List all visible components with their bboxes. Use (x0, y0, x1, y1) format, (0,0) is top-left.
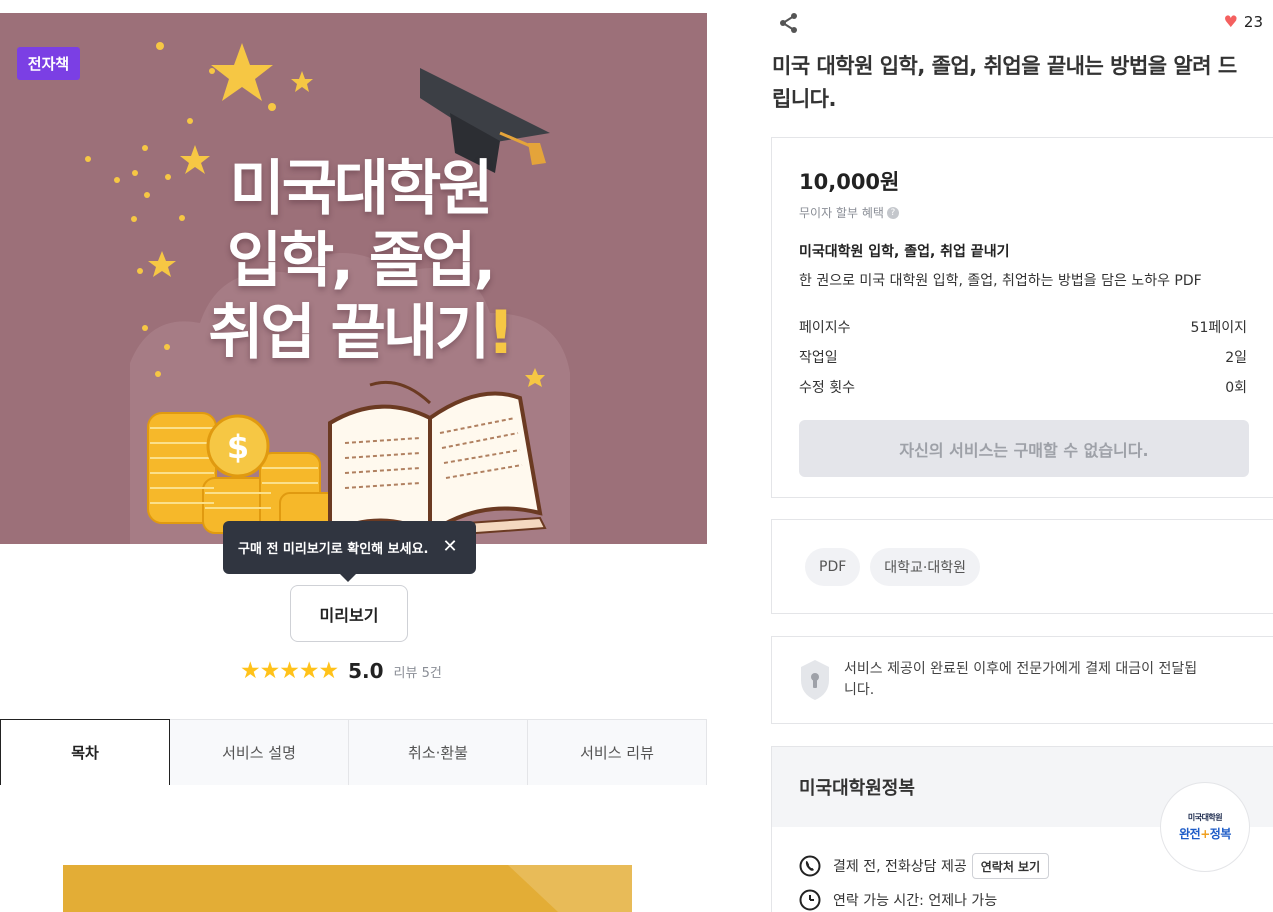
spec-value: 51페이지 (1190, 320, 1247, 336)
cover-title-line2: 입학, 졸업, (226, 226, 496, 296)
avatar[interactable]: 미국대학원 완전+정복 (1160, 782, 1250, 872)
avatar-text-a: 완전 (1179, 827, 1201, 841)
preview-tooltip: 구매 전 미리보기로 확인해 보세요. ✕ (223, 521, 476, 582)
detail-tabs: 목차 서비스 설명 취소·환불 서비스 리뷰 (0, 719, 707, 785)
spec-label: 페이지수 (799, 320, 851, 336)
ebook-badge: 전자책 (17, 47, 80, 80)
tab-cancel-refund[interactable]: 취소·환불 (349, 719, 528, 785)
preview-tooltip-text: 구매 전 미리보기로 확인해 보세요. (238, 542, 429, 557)
clock-icon (799, 889, 821, 911)
tag-pdf[interactable]: PDF (805, 547, 861, 586)
view-contact-button[interactable]: 연락처 보기 (971, 853, 1050, 879)
star-rating-icons: ★★★★★ (240, 658, 339, 684)
review-count[interactable]: 리뷰 5건 (394, 662, 442, 681)
installment-label: 무이자 할부 혜택 (799, 206, 884, 220)
spec-value: 0회 (1225, 380, 1247, 396)
shield-icon (801, 660, 829, 700)
phone-consult-text: 결제 전, 전화상담 제공 (833, 859, 967, 875)
notice-text: 서비스 제공이 완료된 이후에 전문가에게 결제 대금이 전달됩니다. (844, 661, 1198, 698)
toc-image (63, 865, 632, 912)
cover-title-line1: 미국대학원 (229, 154, 494, 224)
payment-notice: 서비스 제공이 완료된 이후에 전문가에게 결제 대금이 전달됩니다. (771, 636, 1273, 724)
buy-button-disabled: 자신의 서비스는 구매할 수 없습니다. (799, 420, 1249, 477)
svg-text:$: $ (227, 428, 249, 466)
installment-info: 무이자 할부 혜택 ? (799, 204, 1247, 221)
heart-icon: ♥ (1223, 12, 1238, 31)
spec-label: 작업일 (799, 350, 838, 366)
rating-summary: ★★★★★ 5.0 리뷰 5건 (240, 658, 442, 684)
avatar-text-bottom: 완전+정복 (1179, 825, 1231, 842)
spec-list: 페이지수 51페이지 작업일 2일 수정 횟수 0회 (799, 312, 1247, 402)
spec-label: 수정 횟수 (799, 380, 855, 396)
cover-image[interactable]: $ 전자책 미국대학원 입학, 졸업, 취업 끝내기! (0, 13, 707, 544)
cover-title-line3: 취업 끝내기! (195, 297, 525, 369)
preview-button[interactable]: 미리보기 (290, 585, 408, 642)
cover-title-exclamation: ! (487, 298, 514, 368)
avatar-text-plus: + (1200, 827, 1210, 841)
contact-hours-text: 연락 가능 시간: 언제나 가능 (833, 893, 998, 909)
tab-service-description[interactable]: 서비스 설명 (170, 719, 349, 785)
price: 10,000원 (799, 170, 900, 194)
package-description: 한 권으로 미국 대학원 입학, 졸업, 취업하는 방법을 담은 노하우 PDF (799, 273, 1202, 289)
tab-service-review[interactable]: 서비스 리뷰 (528, 719, 707, 785)
spec-row-workdays: 작업일 2일 (799, 342, 1247, 372)
close-icon[interactable]: ✕ (441, 538, 459, 556)
rating-score: 5.0 (348, 659, 384, 683)
price-card: 10,000원 무이자 할부 혜택 ? 미국대학원 입학, 졸업, 취업 끝내기… (771, 137, 1273, 498)
tag-university[interactable]: 대학교·대학원 (870, 547, 981, 586)
cover-title: 미국대학원 입학, 졸업, 취업 끝내기! (195, 153, 525, 369)
top-actions: ♥ 23 (779, 12, 1263, 36)
spec-value: 2일 (1225, 350, 1247, 366)
tag-card: PDF 대학교·대학원 (771, 519, 1273, 614)
spec-row-pages: 페이지수 51페이지 (799, 312, 1247, 342)
spec-row-revisions: 수정 횟수 0회 (799, 372, 1247, 402)
avatar-text-top: 미국대학원 (1187, 813, 1223, 822)
expert-card: 미국대학원정복 미국대학원 완전+정복 결제 전, 전화상담 제공 연락처 보기… (771, 746, 1273, 912)
package-name: 미국대학원 입학, 졸업, 취업 끝내기 (799, 244, 1010, 260)
service-title: 미국 대학원 입학, 졸업, 취업을 끝내는 방법을 알려 드립니다. (772, 54, 1237, 111)
phone-icon (799, 855, 821, 877)
share-icon[interactable] (779, 12, 799, 34)
help-icon[interactable]: ? (886, 206, 899, 219)
service-detail-page: $ 전자책 미국대학원 입학, 졸업, 취업 끝내기! 구매 전 미리보기로 확… (0, 0, 1273, 912)
cover-title-line3-text: 취업 끝내기 (208, 298, 490, 368)
tab-toc[interactable]: 목차 (0, 719, 170, 785)
toc-image-decoration (508, 865, 632, 912)
avatar-text-b: 정복 (1209, 827, 1232, 841)
like-button[interactable]: ♥ 23 (1224, 12, 1263, 31)
contact-hours-row: 연락 가능 시간: 언제나 가능 (799, 889, 997, 911)
phone-consult-row: 결제 전, 전화상담 제공 연락처 보기 (799, 853, 1050, 879)
like-count: 23 (1243, 12, 1263, 31)
